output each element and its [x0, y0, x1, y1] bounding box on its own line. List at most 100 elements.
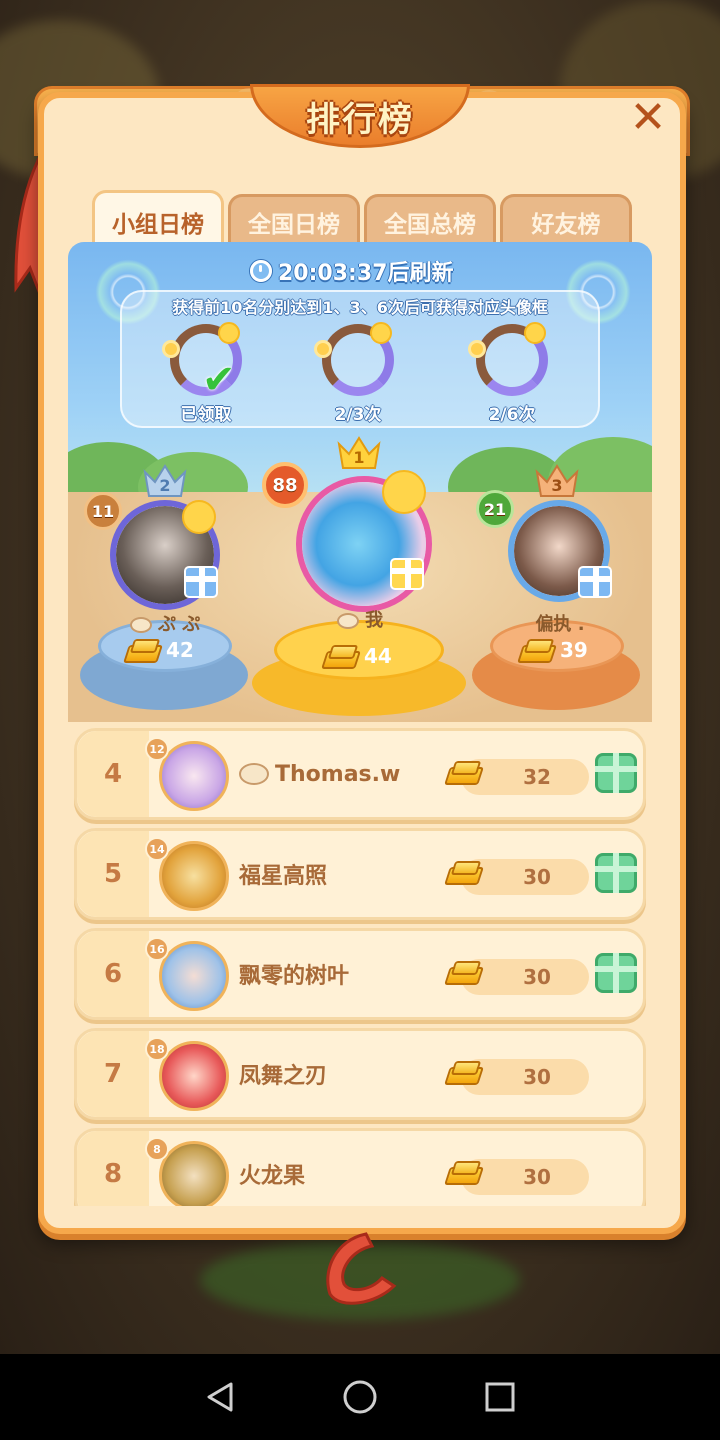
list-item-rank-5[interactable]: 5 14 福星高照 30: [74, 828, 646, 920]
home-circle-icon: [343, 1380, 377, 1414]
bunny-badge-icon: [336, 613, 359, 629]
player-name-text: 福星高照: [239, 864, 328, 889]
nav-home-button[interactable]: [340, 1377, 380, 1417]
ranking-list[interactable]: 4 12 Thomas.w 32 5 14 福星高照 30 6 16 飘零的树叶: [74, 726, 646, 1206]
score-value: 42: [166, 638, 194, 662]
gold-bar-icon: [124, 639, 158, 661]
score-value: 30: [523, 965, 551, 989]
avatar[interactable]: [159, 841, 229, 911]
gold-bar-icon: [322, 645, 356, 667]
tab-label: 全国总榜: [384, 211, 476, 238]
crown-icon: 3: [534, 462, 580, 498]
rank-number: 8: [103, 1159, 123, 1189]
gold-bar-icon: [445, 761, 479, 783]
system-navigation-bar: [0, 1354, 720, 1440]
gold-bar-icon: [445, 1161, 479, 1183]
score-value: 30: [523, 1165, 551, 1189]
player-name-text: 飘零的树叶: [239, 964, 350, 989]
gift-icon[interactable]: [595, 853, 637, 893]
frame-reward-3[interactable]: 2/6次: [462, 320, 562, 425]
gift-icon[interactable]: [390, 558, 424, 590]
level-number: 11: [91, 501, 115, 521]
score-value: 39: [560, 638, 588, 662]
player-name-text: Thomas.w: [275, 761, 401, 787]
gift-icon[interactable]: [595, 953, 637, 993]
frame-reward-2[interactable]: 2/3次: [308, 320, 408, 425]
level-badge: 21: [476, 490, 514, 528]
gold-bar-icon: [445, 961, 479, 983]
flower-icon: [468, 340, 486, 358]
avatar[interactable]: [159, 741, 229, 811]
avatar[interactable]: [159, 941, 229, 1011]
bunny-badge-icon: [239, 763, 269, 785]
level-badge: 14: [145, 837, 169, 861]
level-badge: 11: [84, 492, 122, 530]
frame-status: 2/3次: [334, 405, 382, 425]
crown-icon: 2: [142, 462, 188, 498]
frame-reward-1[interactable]: ✔ 已领取: [156, 320, 256, 425]
bunny-badge-icon: [129, 617, 152, 633]
close-button[interactable]: ✕: [626, 96, 670, 140]
tab-label: 小组日榜: [112, 211, 204, 238]
tab-national-total[interactable]: 全国总榜: [364, 194, 496, 246]
sun-icon: [218, 322, 240, 344]
crown-icon: 1: [336, 434, 382, 470]
refresh-timer: 20:03:37后刷新: [250, 256, 480, 286]
rank-number: 7: [103, 1059, 123, 1089]
player-score: 39: [518, 638, 588, 662]
player-name: 偏执 .: [500, 610, 620, 636]
nav-recent-button[interactable]: [480, 1377, 520, 1417]
sun-icon: [370, 322, 392, 344]
avatar[interactable]: [159, 1041, 229, 1111]
gold-bar-icon: [518, 639, 552, 661]
frame-status: 已领取: [180, 405, 232, 425]
rank-number: 6: [103, 959, 123, 989]
gift-icon[interactable]: [184, 566, 218, 598]
level-badge: 12: [145, 737, 169, 761]
flower-icon: [162, 340, 180, 358]
level-number: 88: [272, 474, 298, 496]
score-value: 44: [364, 644, 392, 668]
flower-icon: [314, 340, 332, 358]
avatar[interactable]: [159, 1141, 229, 1206]
score-value: 30: [523, 1065, 551, 1089]
page-title: 排行榜: [306, 99, 414, 140]
player-score: 44: [322, 644, 392, 668]
player-name-text: 我: [365, 610, 384, 631]
clock-icon: [250, 260, 272, 282]
level-badge: 16: [145, 937, 169, 961]
ribbon-decoration: [326, 1232, 397, 1305]
player-name-text: 偏执 .: [535, 614, 585, 635]
player-name: 福星高照: [239, 831, 327, 917]
gift-icon[interactable]: [595, 753, 637, 793]
level-badge: 88: [262, 462, 308, 508]
list-item-rank-7[interactable]: 7 18 凤舞之刃 30: [74, 1028, 646, 1120]
gold-bar-icon: [445, 861, 479, 883]
sun-icon: [382, 470, 426, 514]
gift-icon[interactable]: [578, 566, 612, 598]
level-badge: 8: [145, 1137, 169, 1161]
level-number: 21: [483, 499, 507, 519]
tab-group-daily[interactable]: 小组日榜: [92, 190, 224, 250]
tab-friends[interactable]: 好友榜: [500, 194, 632, 246]
list-item-rank-6[interactable]: 6 16 飘零的树叶 30: [74, 928, 646, 1020]
player-name-text: 火龙果: [239, 1164, 306, 1189]
rank-number: 4: [103, 759, 123, 789]
score-value: 32: [523, 765, 551, 789]
player-name: 飘零的树叶: [239, 931, 349, 1017]
nav-back-button[interactable]: [200, 1377, 240, 1417]
close-icon: ✕: [629, 92, 667, 143]
list-item-rank-8[interactable]: 8 8 火龙果 30: [74, 1128, 646, 1206]
tab-bar: 小组日榜 全国日榜 全国总榜 好友榜: [92, 190, 636, 250]
player-score: 42: [124, 638, 194, 662]
tab-label: 全国日榜: [248, 211, 340, 238]
rank-number: 3: [551, 476, 563, 495]
player-name-text: ぷ ぷ: [158, 614, 201, 635]
player-name: 我: [320, 606, 400, 632]
refresh-text: 20:03:37后刷新: [278, 261, 454, 286]
tab-national-daily[interactable]: 全国日榜: [228, 194, 360, 246]
list-item-rank-4[interactable]: 4 12 Thomas.w 32: [74, 728, 646, 820]
rank-number: 5: [103, 859, 123, 889]
back-triangle-icon: [207, 1382, 233, 1412]
player-name: 凤舞之刃: [239, 1031, 327, 1117]
